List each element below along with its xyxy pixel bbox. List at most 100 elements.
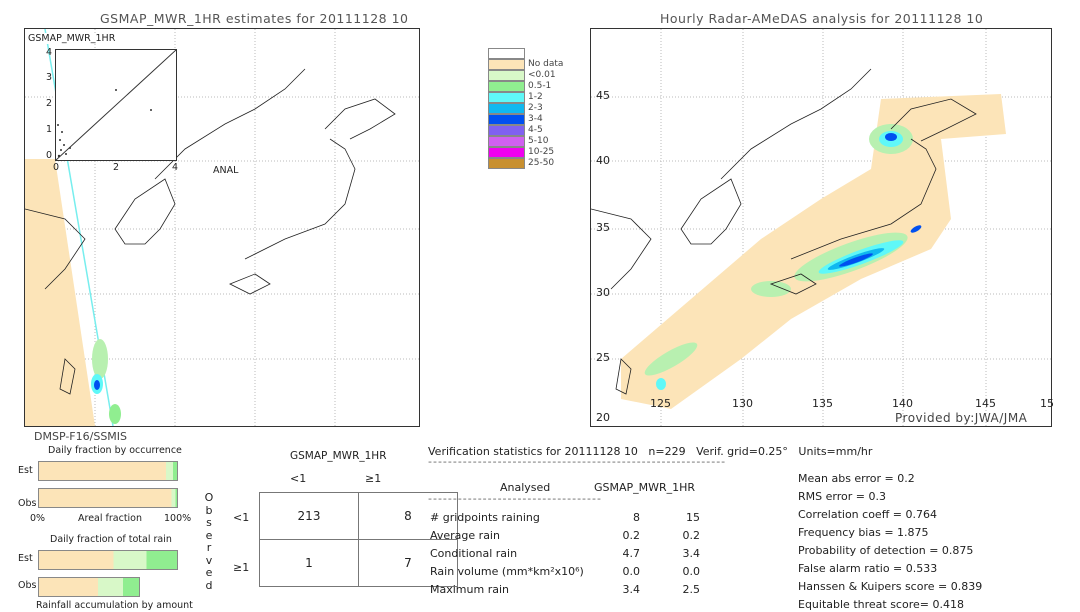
observed-letter: O: [204, 491, 214, 504]
legend-label: 25-50: [528, 158, 555, 168]
score-line: Equitable threat score= 0.418: [798, 598, 964, 611]
legend-swatch: [488, 114, 525, 125]
stat-label: Rain volume (mm*km²x10⁶): [430, 565, 584, 578]
left-map-title: GSMAP_MWR_1HR estimates for 20111128 10: [100, 11, 409, 26]
obs-label: Obs: [18, 498, 37, 509]
score-line: False alarm ratio = 0.533: [798, 562, 938, 575]
inset-label: GSMAP_MWR_1HR: [28, 33, 116, 44]
cell-tn: 213: [259, 492, 359, 540]
score-line: Correlation coeff = 0.764: [798, 508, 937, 521]
axis-mid: Areal fraction: [78, 513, 143, 524]
lat-label: 30: [596, 286, 610, 299]
col-header: ≥1: [365, 472, 382, 485]
legend-swatch: [488, 48, 525, 59]
inset-x-tick: 0: [53, 162, 60, 173]
right-map: [590, 28, 1052, 427]
legend-swatch: [488, 147, 525, 158]
lat-label: 40: [596, 154, 610, 167]
row-header: <1: [233, 511, 250, 524]
stat-value: 8: [633, 511, 640, 524]
legend-swatch: [488, 125, 525, 136]
legend-swatch: [488, 81, 525, 92]
lat-label: 25: [596, 351, 610, 364]
score-line: Frequency bias = 1.875: [798, 526, 929, 539]
score-line: Hanssen & Kuipers score = 0.839: [798, 580, 983, 593]
inset-y-tick: 2: [46, 98, 53, 109]
color-legend: No data <0.01 0.5-1 1-2 2-3 3-4 4-5 5-10 10-25 25…: [488, 48, 568, 172]
total-rain-est-bar: [38, 550, 178, 570]
cell-fn: 1: [259, 539, 359, 587]
satellite-label: DMSP-F16/SSMIS: [34, 430, 128, 443]
inset-x-tick: 2: [113, 162, 120, 173]
total-rain-obs-bar: [38, 577, 140, 597]
legend-swatch: [488, 158, 525, 169]
legend-swatch: [488, 59, 525, 70]
observed-letter: s: [206, 516, 212, 529]
inset-y-tick: 3: [46, 72, 53, 83]
col-header: <1: [290, 472, 307, 485]
legend-label: 3-4: [528, 114, 543, 124]
stat-value: 15: [686, 511, 700, 524]
axis-right: 100%: [164, 513, 192, 524]
legend-swatch: [488, 103, 525, 114]
stat-value: 3.4: [682, 547, 701, 560]
lon-label: 145: [975, 397, 996, 410]
stat-value: 3.4: [622, 583, 641, 596]
legend-label: No data: [528, 59, 564, 69]
inset-y-tick: 0: [46, 150, 53, 161]
legend-label: 5-10: [528, 136, 549, 146]
legend-label: 0.5-1: [528, 81, 552, 91]
legend-swatch: [488, 92, 525, 103]
score-line: Probability of detection = 0.875: [798, 544, 974, 557]
observed-letter: d: [205, 578, 213, 592]
row-header: ≥1: [233, 561, 250, 574]
score-line: Mean abs error = 0.2: [798, 472, 915, 485]
stat-value: 0.0: [682, 565, 701, 578]
inset-y-tick: 4: [46, 47, 53, 58]
observed-letter: e: [205, 566, 213, 579]
stat-label: Average rain: [430, 529, 500, 542]
legend-label: 10-25: [528, 147, 555, 157]
swath-no-data: [25, 159, 95, 426]
occurrence-obs-bar: [38, 488, 178, 508]
lat-label: 20: [596, 411, 610, 424]
stat-value: 2.5: [682, 583, 701, 596]
divider: ----------------------------------------…: [428, 455, 727, 468]
legend-label: 1-2: [528, 92, 543, 102]
lon-label: 125: [650, 397, 671, 410]
lon-label: 130: [732, 397, 753, 410]
lon-label: 15: [1040, 397, 1054, 410]
stat-value: 0.2: [682, 529, 701, 542]
right-map-title: Hourly Radar-AMeDAS analysis for 2011112…: [660, 11, 984, 26]
stat-value: 4.7: [622, 547, 641, 560]
est-label: Est: [18, 465, 33, 476]
data-credit: Provided by:JWA/JMA: [895, 411, 1028, 425]
observed-letter: r: [206, 541, 212, 554]
scatter-inset: [55, 49, 177, 161]
legend-label: <0.01: [528, 70, 556, 80]
lon-label: 135: [812, 397, 833, 410]
inset-x-label: ANAL: [213, 165, 239, 176]
stat-label: Maximum rain: [430, 583, 509, 596]
score-line: RMS error = 0.3: [798, 490, 886, 503]
stat-label: # gridpoints raining: [430, 511, 540, 524]
divider: -----------------------------------: [428, 492, 602, 505]
legend-swatch: [488, 136, 525, 147]
right-map-canvas: [591, 29, 1051, 426]
observed-label: Observed: [204, 491, 214, 592]
inset-y-tick: 1: [46, 124, 53, 135]
left-map: [24, 28, 420, 427]
lon-label: 140: [892, 397, 913, 410]
legend-label: 2-3: [528, 103, 543, 113]
est-label: Est: [18, 553, 33, 564]
occurrence-title: Daily fraction by occurrence: [48, 445, 182, 456]
legend-label: 4-5: [528, 125, 543, 135]
total-rain-title: Daily fraction of total rain: [50, 534, 172, 545]
legend-swatch: [488, 70, 525, 81]
occurrence-est-bar: [38, 461, 178, 481]
stat-value: 0.0: [622, 565, 641, 578]
stat-label: Conditional rain: [430, 547, 518, 560]
obs-label: Obs: [18, 580, 37, 591]
accumulation-label: Rainfall accumulation by amount: [36, 600, 193, 611]
contingency-title: GSMAP_MWR_1HR: [290, 450, 387, 462]
